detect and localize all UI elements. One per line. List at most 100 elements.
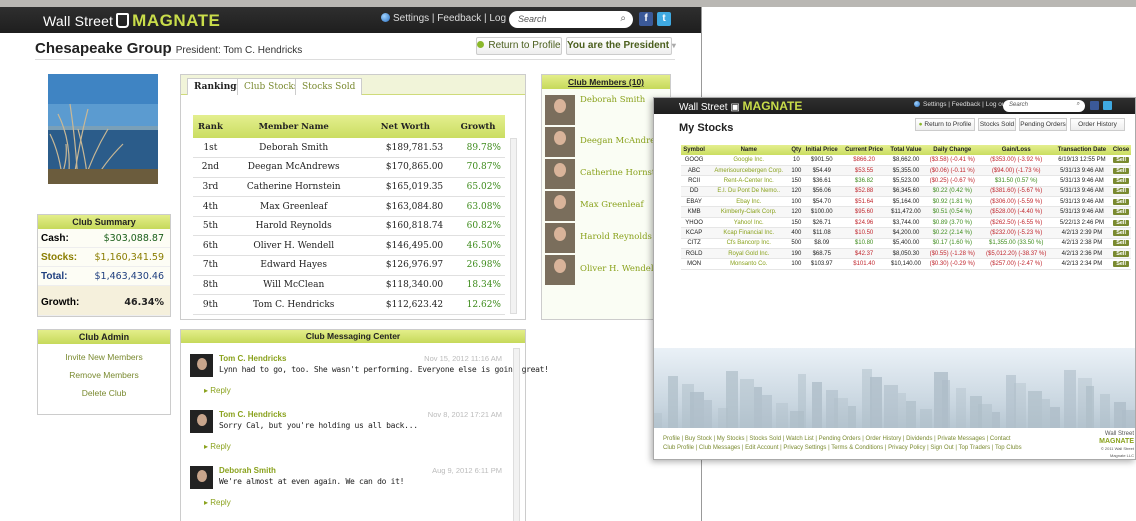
search-input[interactable]: Search ⌕: [509, 11, 633, 28]
stocks-col-header[interactable]: Close: [1111, 145, 1131, 155]
col-member-name[interactable]: Member Name: [227, 115, 360, 138]
member-avatar[interactable]: [545, 223, 575, 253]
delete-club-link[interactable]: Delete Club: [38, 388, 170, 398]
sell-button[interactable]: Sell: [1113, 240, 1129, 247]
stock-name-link[interactable]: Yahoo! Inc.: [707, 217, 791, 229]
footer-line-1[interactable]: Profile | Buy Stock | My Stocks | Stocks…: [663, 435, 1048, 444]
sell-button[interactable]: Sell: [1113, 219, 1129, 226]
message-author[interactable]: Tom C. Hendricks: [219, 410, 286, 419]
ranking-row[interactable]: 4th Max Greenleaf $163,084.80 63.08%: [193, 196, 505, 217]
footer-links[interactable]: Profile | Buy Stock | My Stocks | Stocks…: [663, 435, 1048, 453]
ranking-row[interactable]: 6th Oliver H. Wendell $146,495.00 46.50%: [193, 235, 505, 257]
stock-row[interactable]: ABC Amerisourcebergen Corp. 100 $54.49 $53.5…: [681, 165, 1131, 177]
stocks-col-header[interactable]: Total Value: [887, 145, 925, 155]
stock-name-link[interactable]: Ebay Inc.: [707, 196, 791, 208]
invite-members-link[interactable]: Invite New Members: [38, 352, 170, 362]
ranking-row[interactable]: 9th Tom C. Hendricks $112,623.42 12.62%: [193, 294, 505, 315]
sell-button[interactable]: Sell: [1113, 229, 1129, 236]
rankings-scrollbar[interactable]: [510, 138, 517, 314]
stocks-col-header[interactable]: Qty: [790, 145, 803, 155]
stock-row[interactable]: MON Monsanto Co. 100 $103.97 $101.40 $10,140.…: [681, 258, 1131, 270]
member-name-link[interactable]: Harold Reynolds: [580, 232, 652, 242]
member-avatar[interactable]: [545, 159, 575, 189]
search-icon[interactable]: ⌕: [620, 13, 626, 24]
stocks-col-header[interactable]: Symbol: [681, 145, 708, 155]
members-title-text[interactable]: Club Members (10): [568, 77, 644, 87]
reply-link[interactable]: Reply: [204, 442, 230, 451]
stock-name-link[interactable]: E.I. Du Pont De Nemo..: [707, 186, 791, 198]
twitter-icon[interactable]: t: [657, 12, 671, 26]
tab-stocks-sold[interactable]: Stocks Sold: [295, 78, 363, 95]
reply-link[interactable]: Reply: [204, 386, 230, 395]
header-links-small-text[interactable]: Settings | Feedback | Log out: [923, 101, 1007, 108]
facebook-icon[interactable]: f: [639, 12, 653, 26]
message-author[interactable]: Tom C. Hendricks: [219, 354, 286, 363]
stock-row[interactable]: GOOG Google Inc. 10 $901.50 $866.20 $8,662.00…: [681, 155, 1131, 166]
facebook-icon[interactable]: [1090, 101, 1099, 110]
sell-button[interactable]: Sell: [1113, 177, 1129, 184]
site-logo[interactable]: Wall Street MAGNATE: [43, 11, 220, 31]
message-author[interactable]: Deborah Smith: [219, 466, 276, 475]
stock-row[interactable]: CITZ Cfs Bancorp Inc. 500 $8.09 $10.80 $5,400…: [681, 238, 1131, 250]
sell-button[interactable]: Sell: [1113, 198, 1129, 205]
member-avatar[interactable]: [545, 255, 575, 285]
member-avatar[interactable]: [545, 127, 575, 157]
sell-button[interactable]: Sell: [1113, 209, 1129, 216]
stocks-col-header[interactable]: Transaction Date: [1052, 145, 1112, 155]
stocks-col-header[interactable]: Current Price: [841, 145, 888, 155]
return-to-profile-button[interactable]: Return to Profile: [476, 37, 562, 55]
ranking-row[interactable]: 5th Harold Reynolds $160,818.74 60.82%: [193, 216, 505, 237]
ranking-row[interactable]: 7th Edward Hayes $126,976.97 26.98%: [193, 255, 505, 276]
stock-name-link[interactable]: Amerisourcebergen Corp.: [707, 165, 791, 177]
header-links-small[interactable]: Settings | Feedback | Log out: [914, 101, 1007, 108]
twitter-icon[interactable]: [1103, 101, 1112, 110]
stock-row[interactable]: EBAY Ebay Inc. 100 $54.70 $51.64 $5,164.00 $0.…: [681, 196, 1131, 208]
ranking-row[interactable]: 2nd Deegan McAndrews $170,865.00 70.87%: [193, 157, 505, 178]
stock-name-link[interactable]: Kimberly-Clark Corp.: [707, 206, 791, 218]
pending-orders-button[interactable]: Pending Orders: [1019, 118, 1067, 131]
stock-name-link[interactable]: Cfs Bancorp Inc.: [707, 238, 791, 250]
sell-button[interactable]: Sell: [1113, 261, 1129, 268]
sell-button[interactable]: Sell: [1113, 167, 1129, 174]
member-name-link[interactable]: Oliver H. Wendell: [580, 264, 656, 274]
president-dropdown[interactable]: You are the President ▾: [566, 37, 676, 55]
member-name-link[interactable]: Max Greenleaf: [580, 200, 644, 210]
return-to-profile-button-small[interactable]: ● Return to Profile: [915, 118, 975, 131]
search-input-small[interactable]: Search ⌕: [1003, 100, 1085, 112]
search-icon[interactable]: ⌕: [1077, 101, 1080, 108]
stocks-col-header[interactable]: Name: [707, 145, 791, 155]
sell-button[interactable]: Sell: [1113, 188, 1129, 195]
stocks-col-header[interactable]: Initial Price: [802, 145, 842, 155]
site-logo-small[interactable]: Wall Street ▣ MAGNATE: [679, 99, 802, 113]
member-name-link[interactable]: Deborah Smith: [580, 95, 645, 105]
avatar[interactable]: [190, 410, 213, 433]
remove-members-link[interactable]: Remove Members: [38, 370, 170, 380]
ranking-row[interactable]: 8th Will McClean $118,340.00 18.34%: [193, 275, 505, 296]
reply-link[interactable]: Reply: [204, 498, 230, 507]
sell-button[interactable]: Sell: [1113, 156, 1129, 163]
stock-name-link[interactable]: Royal Gold Inc.: [707, 248, 791, 260]
footer-line-2[interactable]: Club Profile | Club Messages | Edit Acco…: [663, 444, 1048, 453]
header-links[interactable]: Settings | Feedback | Log out: [381, 13, 523, 24]
member-avatar[interactable]: [545, 191, 575, 221]
col-rank[interactable]: Rank: [193, 115, 228, 138]
stocks-sold-button[interactable]: Stocks Sold: [978, 118, 1016, 131]
col-net-worth[interactable]: Net Worth: [359, 115, 452, 138]
col-growth[interactable]: Growth: [451, 115, 505, 138]
order-history-button[interactable]: Order History: [1070, 118, 1125, 131]
avatar[interactable]: [190, 354, 213, 377]
stock-name-link[interactable]: Kcap Financial Inc.: [707, 227, 791, 239]
stock-row[interactable]: YHOO Yahoo! Inc. 150 $26.71 $24.96 $3,744.00 $…: [681, 217, 1131, 229]
stocks-col-header[interactable]: Gain/Loss: [979, 145, 1053, 155]
stocks-col-header[interactable]: Daily Change: [924, 145, 980, 155]
stock-row[interactable]: DD E.I. Du Pont De Nemo.. 120 $56.06 $52.88 $…: [681, 186, 1131, 198]
stock-name-link[interactable]: Rent-A-Center Inc.: [707, 175, 791, 187]
ranking-row[interactable]: 1st Deborah Smith $189,781.53 89.78%: [193, 138, 505, 159]
stock-name-link[interactable]: Google Inc.: [707, 155, 791, 166]
avatar[interactable]: [190, 466, 213, 489]
stock-row[interactable]: KMB Kimberly-Clark Corp. 120 $100.00 $95.60 $…: [681, 206, 1131, 218]
stock-row[interactable]: KCAP Kcap Financial Inc. 400 $11.08 $10.50 $4…: [681, 227, 1131, 239]
ranking-row[interactable]: 3rd Catherine Hornstein $165,019.35 65.02%: [193, 177, 505, 198]
stock-name-link[interactable]: Monsanto Co.: [707, 258, 791, 270]
header-links-text[interactable]: Settings | Feedback | Log out: [393, 13, 523, 24]
